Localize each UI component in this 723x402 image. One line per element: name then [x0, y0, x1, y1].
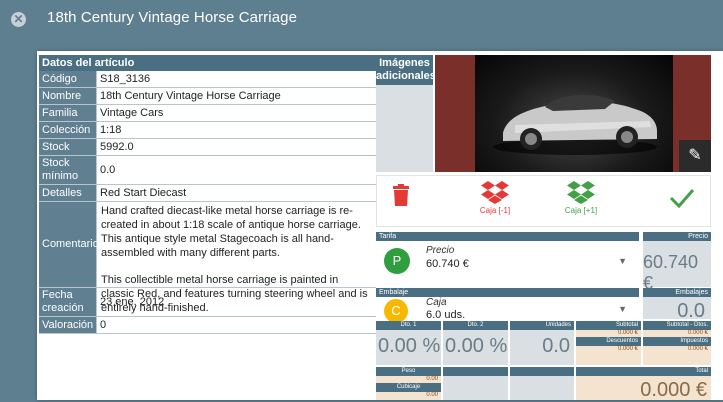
dto1-field[interactable]: Dto. 1 0.00 % — [376, 321, 441, 365]
article-dialog: Datos del artículo Código S18_3136 Nombr… — [37, 51, 723, 401]
tarifa-value: 60.740 € — [426, 258, 469, 270]
value-detalles: Red Start Diecast — [100, 186, 187, 199]
label-valoracion: Valoración — [39, 317, 97, 333]
actions-bar: Caja [-1] Caja [+1] — [376, 175, 711, 227]
comentario-p1: Hand crafted diecast-like metal horse ca… — [101, 205, 361, 259]
dto1-value: 0.00 % — [378, 335, 441, 357]
embalaje-value: 6.0 uds. — [426, 309, 466, 321]
label-familia: Familia — [39, 105, 97, 121]
car-illustration — [493, 94, 657, 155]
row-stock-minimo: Stock mínimo 0.0 — [39, 156, 376, 185]
blank-cell-1 — [443, 367, 508, 400]
subtotal-dtos-value: 0.000 € — [687, 330, 708, 336]
subtotal-header: Subtotal — [576, 321, 641, 330]
value-coleccion: 1:18 — [100, 123, 122, 136]
precio-header: Precio — [643, 232, 711, 241]
row-codigo: Código S18_3136 — [39, 71, 376, 88]
chevron-down-icon: ▼ — [618, 256, 627, 266]
precio-box: Precio 60.740 € — [643, 232, 711, 293]
unidades-header: Unidades — [510, 321, 574, 330]
caja-minus-label: Caja [-1] — [479, 206, 511, 215]
embalajes-box: Embalajes 0.0 — [643, 288, 711, 322]
row-detalles: Detalles Red Start Diecast — [39, 185, 376, 202]
label-codigo: Código — [39, 71, 97, 87]
embalajes-value: 0.0 — [677, 300, 705, 322]
caja-plus-label: Caja [+1] — [564, 206, 598, 215]
row-valoracion: Valoración 0 — [39, 317, 376, 334]
subtotal-value: 0.000 € — [617, 330, 638, 336]
descuentos-header: Descuentos — [576, 337, 641, 346]
embalajes-header: Embalajes — [643, 288, 711, 297]
row-comentario: Comentario Hand crafted diecast-like met… — [39, 202, 376, 314]
label-nombre: Nombre — [39, 88, 97, 104]
unidades-field[interactable]: Unidades 0.0 — [510, 321, 574, 365]
chevron-down-icon: ▼ — [618, 304, 627, 314]
row-nombre: Nombre 18th Century Vintage Horse Carria… — [39, 88, 376, 105]
check-icon[interactable] — [667, 188, 697, 210]
row-coleccion: Colección 1:18 — [39, 122, 376, 139]
unidades-value: 0.0 — [542, 335, 570, 357]
peso-box: Peso 0.00 Cubicaje 0.00 — [376, 367, 441, 400]
value-codigo: S18_3136 — [100, 72, 151, 85]
blank-cell-2 — [510, 367, 574, 400]
impuestos-value: 0.000 € — [687, 346, 708, 352]
subtotal-box: Subtotal 0.000 € Descuentos 0.000 € — [576, 321, 641, 365]
label-coleccion: Colección — [39, 122, 97, 138]
value-stock-minimo: 0.0 — [100, 163, 116, 176]
subtotal-dtos-header: Subtotal - Dtos. — [643, 321, 711, 330]
value-valoracion: 0 — [100, 318, 107, 331]
dto2-value: 0.00 % — [445, 335, 508, 357]
embalaje-avatar: C — [384, 299, 408, 323]
total-box: Total 0.000 € — [576, 367, 711, 401]
row-fecha: Fecha creación 23 ene. 2012 — [39, 288, 376, 317]
additional-images-panel[interactable]: Imágenes adicionales — [376, 55, 436, 172]
dropbox-icon — [567, 181, 595, 204]
label-stock-minimo: Stock mínimo — [39, 156, 97, 184]
cubicaje-value: 0.00 — [426, 392, 438, 398]
embalaje-select[interactable]: Embalaje C Caja 6.0 uds. ▼ — [376, 288, 639, 323]
value-fecha: 23 ene. 2012 — [100, 295, 165, 308]
peso-header: Peso — [376, 367, 441, 376]
label-fecha: Fecha creación — [39, 288, 97, 316]
label-stock: Stock — [39, 139, 97, 155]
embalaje-header: Embalaje — [376, 288, 639, 297]
value-stock: 5992.0 — [100, 140, 134, 153]
tarifa-avatar: P — [384, 248, 410, 274]
row-familia: Familia Vintage Cars — [39, 105, 376, 122]
value-familia: Vintage Cars — [100, 106, 164, 119]
blank-header-1 — [443, 367, 508, 376]
tarifa-label: Precio — [426, 245, 455, 256]
dto2-field[interactable]: Dto. 2 0.00 % — [443, 321, 508, 365]
trash-icon[interactable] — [387, 184, 415, 208]
window-title: 18th Century Vintage Horse Carriage — [47, 9, 298, 26]
tarifa-select[interactable]: Tarifa P Precio 60.740 € ▼ — [376, 232, 639, 287]
total-header: Total — [576, 367, 711, 376]
cubicaje-header: Cubicaje — [376, 383, 441, 392]
total-value: 0.000 € — [640, 379, 707, 401]
car-photo — [475, 55, 673, 172]
row-stock: Stock 5992.0 — [39, 139, 376, 156]
embalaje-label: Caja — [426, 297, 447, 308]
pencil-icon[interactable]: ✎ — [679, 140, 711, 172]
label-detalles: Detalles — [39, 185, 97, 201]
dropbox-icon — [481, 181, 509, 204]
caja-minus-button[interactable]: Caja [-1] — [467, 180, 523, 215]
dto2-header: Dto. 2 — [443, 321, 508, 330]
caja-plus-button[interactable]: Caja [+1] — [553, 180, 609, 215]
additional-images-header: Imágenes adicionales — [376, 55, 436, 85]
descuentos-value: 0.000 € — [617, 346, 638, 352]
subtotal-dtos-box: Subtotal - Dtos. 0.000 € Impuestos 0.000… — [643, 321, 711, 365]
blank-header-2 — [510, 367, 574, 376]
value-comentario: Hand crafted diecast-like metal horse ca… — [97, 202, 376, 314]
value-nombre: 18th Century Vintage Horse Carriage — [100, 89, 281, 102]
impuestos-header: Impuestos — [643, 337, 711, 346]
product-image: ✎ — [435, 55, 711, 172]
tarifa-header: Tarifa — [376, 232, 639, 241]
close-icon[interactable]: ✕ — [11, 12, 26, 27]
label-comentario: Comentario — [39, 202, 99, 287]
datos-table: Datos del artículo Código S18_3136 Nombr… — [39, 55, 376, 334]
datos-header: Datos del artículo — [39, 55, 376, 71]
dto1-header: Dto. 1 — [376, 321, 441, 330]
peso-value: 0.00 — [426, 376, 438, 382]
